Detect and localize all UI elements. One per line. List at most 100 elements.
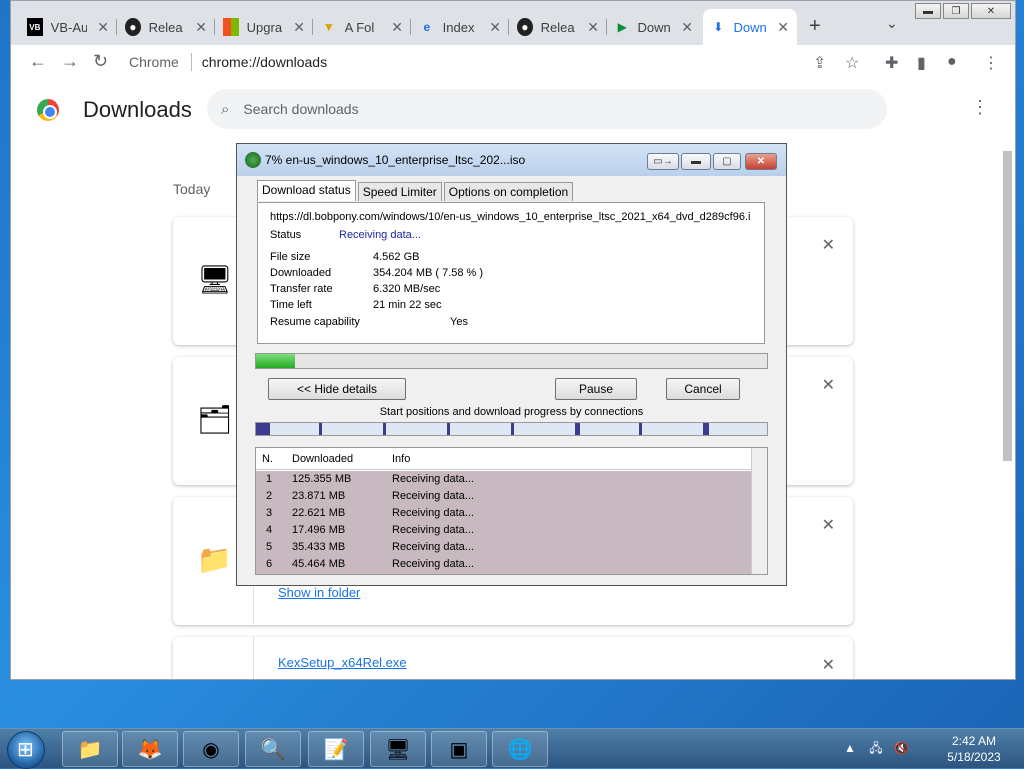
downloads-menu-icon[interactable]: ⋮ xyxy=(971,97,989,118)
control-panel-icon[interactable]: 🖥 xyxy=(370,731,426,767)
minimize-button[interactable]: ▬ xyxy=(915,3,941,19)
explorer-icon[interactable]: 📁 xyxy=(62,731,118,767)
bookmark-star-icon[interactable]: ☆ xyxy=(845,53,859,73)
tab-download-1[interactable]: ▶ Down ✕ xyxy=(607,9,701,45)
firefox-icon[interactable]: 🦊 xyxy=(122,731,178,767)
tab-vb[interactable]: VB VB-Au ✕ xyxy=(19,9,117,45)
cell-downloaded: 17.496 MB xyxy=(292,524,346,536)
column-header-n[interactable]: N. xyxy=(262,453,273,465)
back-arrow-icon[interactable]: ← xyxy=(29,51,47,72)
search-downloads-input[interactable]: ⌕ Search downloads xyxy=(207,89,887,129)
connections-table: N. Downloaded Info 1 125.355 MB Receivin… xyxy=(255,447,768,575)
close-icon[interactable]: ✕ xyxy=(391,19,403,36)
connection-segment xyxy=(256,423,270,435)
dialog-close-button[interactable]: ✕ xyxy=(745,153,777,170)
cell-info: Receiving data... xyxy=(392,541,474,553)
table-scrollbar[interactable] xyxy=(751,448,767,574)
table-header: N. Downloaded Info xyxy=(256,448,751,470)
chrome-logo-icon xyxy=(37,99,59,121)
forward-arrow-icon[interactable]: → xyxy=(61,51,79,72)
table-row[interactable]: 2 23.871 MB Receiving data... xyxy=(256,488,751,505)
close-icon[interactable]: ✕ xyxy=(681,19,693,36)
close-icon[interactable]: ✕ xyxy=(587,19,599,36)
extensions-icon[interactable]: ✚ xyxy=(885,53,898,73)
idm-icon[interactable]: 🌐 xyxy=(492,731,548,767)
download-status-panel: https://dl.bobpony.com/windows/10/en-us_… xyxy=(257,202,765,344)
column-header-downloaded[interactable]: Downloaded xyxy=(292,453,353,465)
close-icon[interactable]: ✕ xyxy=(489,19,501,36)
tab-options-on-completion[interactable]: Options on completion xyxy=(443,182,574,201)
download-filename-link[interactable]: KexSetup_x64Rel.exe xyxy=(278,655,407,670)
pause-button[interactable]: Pause xyxy=(555,378,637,400)
volume-muted-icon[interactable]: 🔇 xyxy=(894,741,909,755)
folder-icon: ▼ xyxy=(322,20,335,34)
close-icon[interactable]: ✕ xyxy=(293,19,305,36)
hide-details-button[interactable]: << Hide details xyxy=(268,378,406,400)
remove-download-icon[interactable]: ✕ xyxy=(822,655,835,675)
remove-download-icon[interactable]: ✕ xyxy=(822,375,835,395)
table-row[interactable]: 6 45.464 MB Receiving data... xyxy=(256,556,751,573)
address-bar[interactable]: Chrome chrome://downloads xyxy=(129,48,889,76)
table-row[interactable]: 4 17.496 MB Receiving data... xyxy=(256,522,751,539)
show-in-folder-link[interactable]: Show in folder xyxy=(278,585,360,600)
play-icon: ▶ xyxy=(617,20,627,34)
network-icon[interactable]: 🖧 xyxy=(869,741,882,755)
new-tab-button[interactable]: + xyxy=(809,15,821,38)
ie-icon: e xyxy=(423,20,431,34)
window-close-button[interactable]: ✕ xyxy=(971,3,1011,19)
connection-segment xyxy=(511,423,514,435)
tab-folder[interactable]: ▼ A Fol ✕ xyxy=(313,9,411,45)
connections-label: Start positions and download progress by… xyxy=(379,406,644,418)
notepad-icon[interactable]: 📝 xyxy=(308,731,364,767)
tab-upgrade[interactable]: Upgra ✕ xyxy=(215,9,313,45)
close-icon[interactable]: ✕ xyxy=(97,19,109,36)
cancel-button[interactable]: Cancel xyxy=(666,378,740,400)
table-body: 1 125.355 MB Receiving data... 2 23.871 … xyxy=(256,471,751,574)
table-row[interactable]: 5 35.433 MB Receiving data... xyxy=(256,539,751,556)
cmd-icon[interactable]: ▣ xyxy=(431,731,487,767)
side-panel-icon[interactable]: ▮ xyxy=(917,53,926,73)
table-row[interactable]: 1 125.355 MB Receiving data... xyxy=(256,471,751,488)
tab-search-chevron-icon[interactable]: ⌄ xyxy=(886,15,898,32)
tab-index[interactable]: e Index ✕ xyxy=(411,9,509,45)
reload-icon[interactable]: ↻ xyxy=(93,51,108,72)
close-icon[interactable]: ✕ xyxy=(777,19,789,36)
search-tool-icon[interactable]: 🔍 xyxy=(245,731,301,767)
close-icon[interactable]: ✕ xyxy=(195,19,207,36)
tab-speed-limiter[interactable]: Speed Limiter xyxy=(357,182,442,201)
cell-n: 4 xyxy=(266,524,273,536)
remove-download-icon[interactable]: ✕ xyxy=(822,235,835,255)
cell-n: 6 xyxy=(266,558,273,570)
maximize-button[interactable]: ❐ xyxy=(943,3,969,19)
connection-segment xyxy=(703,423,709,435)
tray-expand-icon[interactable]: ▲ xyxy=(844,741,856,755)
clock-time: 2:42 AM xyxy=(951,734,997,748)
download-url: https://dl.bobpony.com/windows/10/en-us_… xyxy=(270,211,751,223)
taskbar: 📁 🦊 ◉ 🔍 📝 🖥 ▣ 🌐 ▲ 🖧 🔇 2:42 AM 5/18/2023 xyxy=(0,728,1024,769)
tab-downloads-active[interactable]: ⬇ Down ✕ xyxy=(703,9,797,45)
remove-download-icon[interactable]: ✕ xyxy=(822,515,835,535)
zip-folder-icon: 📁 xyxy=(197,544,232,575)
tab-download-status[interactable]: Download status xyxy=(257,180,356,201)
connection-segment xyxy=(383,423,386,435)
start-button[interactable] xyxy=(7,731,45,769)
profile-avatar-icon[interactable]: ● xyxy=(947,53,957,71)
maximize-button[interactable]: ▢ xyxy=(713,153,741,170)
chrome-icon[interactable]: ◉ xyxy=(183,731,239,767)
cell-n: 3 xyxy=(266,507,273,519)
tab-label: Relea xyxy=(148,19,183,35)
chrome-menu-icon[interactable]: ⋮ xyxy=(983,53,999,73)
system-clock[interactable]: 2:42 AM 5/18/2023 xyxy=(944,733,1004,765)
table-row[interactable]: 3 22.621 MB Receiving data... xyxy=(256,505,751,522)
column-header-info[interactable]: Info xyxy=(392,453,410,465)
cell-info: Receiving data... xyxy=(392,524,474,536)
idm-minimize-to-tray-icon[interactable]: ▭→ xyxy=(647,153,679,170)
share-icon[interactable]: ⇪ xyxy=(813,53,826,73)
scrollbar-thumb[interactable] xyxy=(1003,151,1012,461)
cell-downloaded: 125.355 MB xyxy=(292,473,352,485)
page-scrollbar[interactable] xyxy=(1001,141,1013,671)
tab-release-1[interactable]: ● Relea ✕ xyxy=(117,9,215,45)
downloaded-value: 354.204 MB ( 7.58 % ) xyxy=(373,267,484,279)
tab-release-2[interactable]: ● Relea ✕ xyxy=(509,9,607,45)
minimize-button[interactable]: ▬ xyxy=(681,153,711,170)
